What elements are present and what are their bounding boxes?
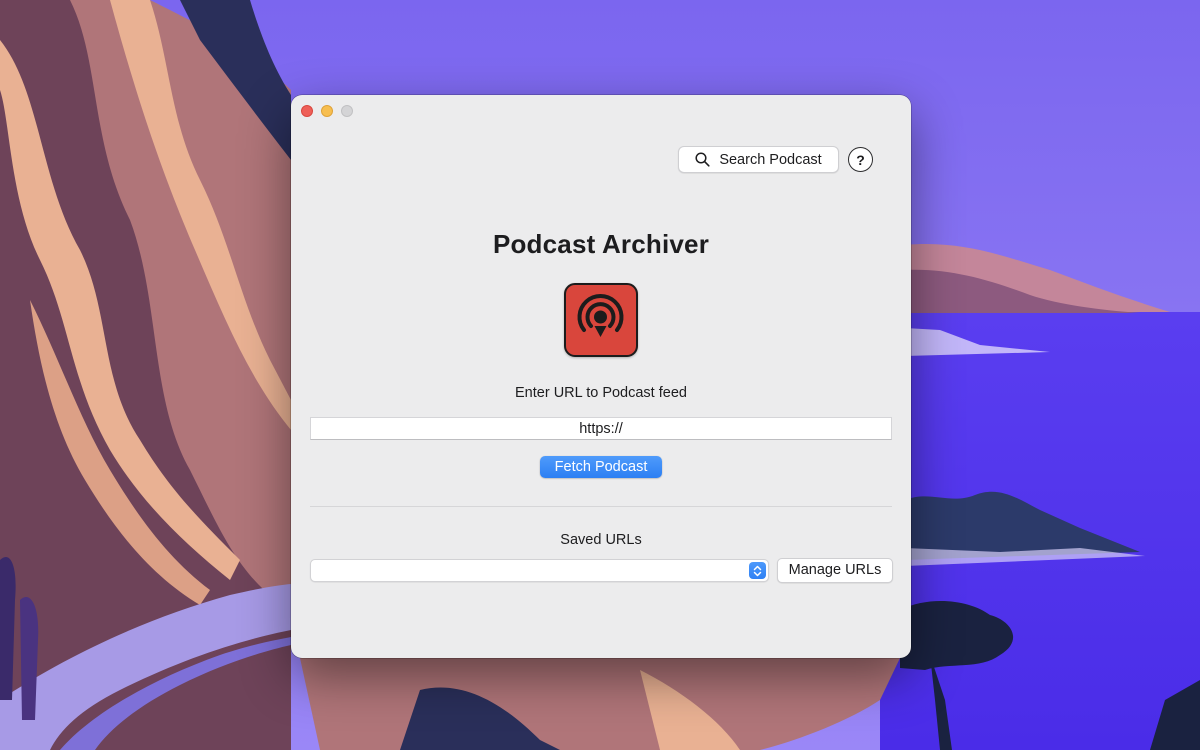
saved-urls-select[interactable]: [310, 559, 769, 582]
help-icon: ?: [856, 151, 865, 168]
search-icon: [695, 152, 710, 167]
manage-urls-button[interactable]: Manage URLs: [777, 558, 893, 583]
podcast-icon: [564, 283, 638, 357]
app-window: Search Podcast ? Podcast Archiver Enter …: [291, 95, 911, 658]
minimize-icon[interactable]: [321, 105, 333, 117]
chevron-up-down-icon: [749, 562, 766, 579]
divider: [310, 506, 892, 507]
help-button[interactable]: ?: [848, 147, 873, 172]
page-title: Podcast Archiver: [492, 229, 710, 259]
search-podcast-label: Search Podcast: [719, 151, 822, 168]
close-icon[interactable]: [301, 105, 313, 117]
fetch-podcast-button[interactable]: Fetch Podcast: [540, 456, 662, 478]
window-controls: [301, 105, 353, 117]
url-label: Enter URL to Podcast feed: [515, 385, 687, 401]
zoom-icon[interactable]: [341, 105, 353, 117]
podcast-url-input[interactable]: [310, 417, 892, 440]
search-podcast-button[interactable]: Search Podcast: [678, 146, 839, 173]
saved-urls-label: Saved URLs: [560, 532, 642, 548]
